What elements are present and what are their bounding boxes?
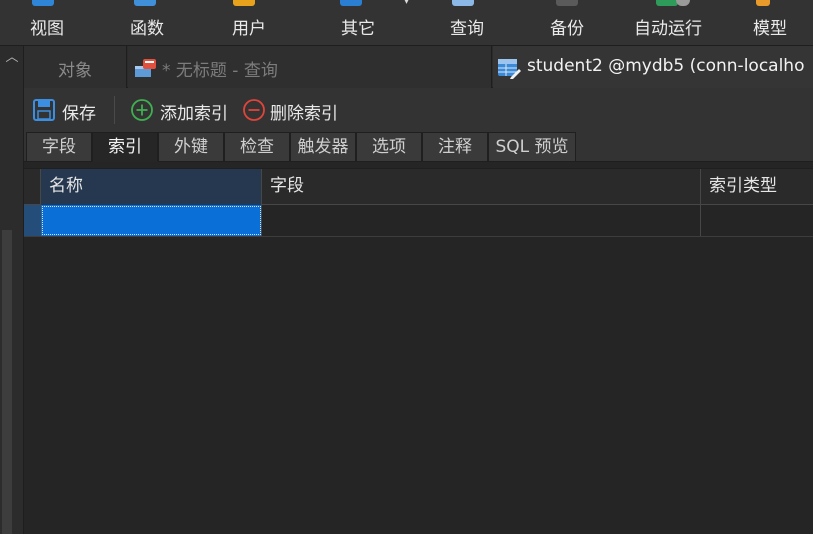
tab-comment[interactable]: 注释	[422, 132, 488, 162]
query-tab-icon	[135, 59, 156, 77]
cell-name-input[interactable]	[41, 205, 262, 236]
other-button[interactable]: 其它 ▾	[340, 0, 409, 46]
automation-label: 自动运行	[634, 19, 702, 39]
tab-sql-preview[interactable]: SQL 预览	[488, 132, 576, 162]
main-toolbar: 视图 函数 用户 其它 ▾ 查询 备份 自动运行 模型	[0, 0, 813, 46]
document-tab-bar: 对象 * 无标题 - 查询 student2 @mydb5 (conn-loca…	[24, 46, 813, 88]
add-index-button[interactable]: 添加索引	[130, 98, 240, 124]
tab-table-design[interactable]: student2 @mydb5 (conn-localho	[493, 46, 813, 88]
user-label: 用户	[232, 19, 266, 39]
add-icon	[131, 99, 153, 121]
tab-fields[interactable]: 字段	[26, 132, 92, 162]
tab-untitled-query[interactable]: * 无标题 - 查询	[128, 46, 492, 88]
function-button[interactable]: 函数	[128, 0, 170, 46]
save-icon	[33, 99, 55, 121]
delete-index-label: 删除索引	[270, 104, 338, 124]
backup-icon	[556, 0, 578, 6]
clock-icon	[676, 0, 690, 6]
column-header-fields[interactable]: 字段	[262, 169, 701, 205]
add-index-label: 添加索引	[160, 104, 228, 124]
remove-icon	[243, 99, 265, 121]
view-button[interactable]: 视图	[28, 0, 70, 46]
index-grid: 名称 字段 索引类型	[24, 162, 813, 534]
query-label: 查询	[450, 19, 484, 39]
table-row[interactable]	[24, 205, 813, 237]
model-label: 模型	[753, 19, 787, 39]
view-icon	[32, 0, 54, 6]
grid-header: 名称 字段 索引类型	[24, 168, 813, 205]
model-icon	[756, 0, 770, 6]
query-icon	[452, 0, 474, 6]
backup-button[interactable]: 备份	[550, 0, 592, 46]
action-toolbar: 保存 添加索引 删除索引	[24, 88, 813, 130]
automation-icon	[656, 0, 678, 6]
other-label: 其它	[341, 19, 375, 39]
user-button[interactable]: 用户	[230, 0, 272, 46]
save-label: 保存	[62, 104, 96, 124]
other-icon	[340, 0, 362, 6]
model-button[interactable]: 模型	[752, 0, 794, 46]
automation-button[interactable]: 自动运行	[634, 0, 714, 46]
tab-options[interactable]: 选项	[356, 132, 422, 162]
tab-objects[interactable]: 对象	[24, 46, 127, 88]
other-dropdown-icon[interactable]: ▾	[404, 0, 409, 7]
user-icon	[233, 0, 255, 6]
function-icon	[134, 0, 156, 6]
left-scrollbar[interactable]	[2, 230, 12, 534]
tab-checks[interactable]: 检查	[224, 132, 290, 162]
app-window: 视图 函数 用户 其它 ▾ 查询 备份 自动运行 模型 ︿ 对象 * 无标题 -…	[0, 0, 813, 534]
chevron-up-icon[interactable]: ︿	[3, 50, 21, 66]
tab-triggers[interactable]: 触发器	[290, 132, 356, 162]
row-gutter-header	[24, 169, 41, 205]
tab-query-label: * 无标题 - 查询	[162, 61, 278, 81]
column-header-name[interactable]: 名称	[41, 169, 262, 205]
backup-label: 备份	[550, 19, 584, 39]
view-label: 视图	[30, 19, 64, 39]
delete-index-button[interactable]: 删除索引	[242, 98, 352, 124]
left-panel-strip: ︿	[0, 46, 24, 534]
toolbar-divider	[114, 96, 115, 124]
tab-foreign-keys[interactable]: 外键	[158, 132, 224, 162]
row-indicator[interactable]	[24, 205, 41, 236]
tab-table-label: student2 @mydb5 (conn-localho	[527, 56, 805, 76]
tab-indexes[interactable]: 索引	[92, 132, 158, 162]
save-button[interactable]: 保存	[32, 98, 112, 124]
design-sub-tabs: 字段 索引 外键 检查 触发器 选项 注释 SQL 预览	[24, 130, 813, 162]
function-label: 函数	[130, 19, 164, 39]
tab-objects-label: 对象	[58, 61, 92, 81]
cell-fields[interactable]	[262, 205, 701, 236]
column-header-index-type[interactable]: 索引类型	[701, 169, 813, 205]
query-button[interactable]: 查询	[450, 0, 492, 46]
table-design-icon	[498, 59, 521, 79]
cell-index-type[interactable]	[701, 205, 813, 236]
